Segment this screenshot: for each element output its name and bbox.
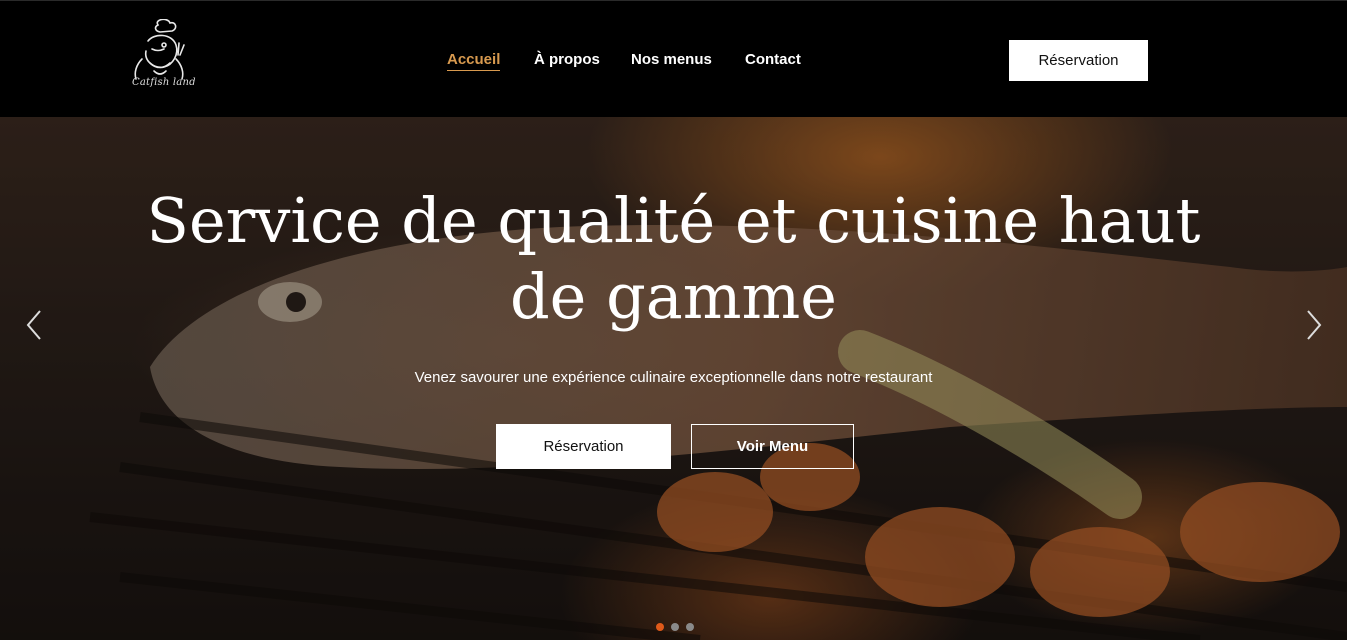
- chevron-left-icon: [26, 310, 41, 340]
- reservation-button[interactable]: Réservation: [1009, 40, 1148, 81]
- logo-text: Catfish land: [132, 77, 196, 88]
- slider-next-button[interactable]: [1302, 307, 1326, 343]
- nav-item-nos-menus[interactable]: Nos menus: [631, 51, 712, 68]
- hero-slider: Service de qualité et cuisine haut de ga…: [0, 117, 1347, 640]
- hero-subtitle: Venez savourer une expérience culinaire …: [414, 369, 933, 386]
- nav-item-a-propos[interactable]: À propos: [534, 51, 600, 68]
- slider-dots: [656, 623, 694, 631]
- nav-item-contact[interactable]: Contact: [745, 51, 801, 68]
- slider-dot-3[interactable]: [686, 623, 694, 631]
- nav-item-accueil[interactable]: Accueil: [447, 51, 501, 71]
- hero-reservation-button[interactable]: Réservation: [496, 424, 671, 469]
- hero-title: Service de qualité et cuisine haut de ga…: [140, 183, 1207, 335]
- site-header: Catfish land Accueil À propos Nos menus …: [0, 0, 1347, 117]
- hero-title-line-2: de gamme: [509, 260, 837, 333]
- hero-title-line-1: Service de qualité et cuisine haut: [146, 184, 1201, 257]
- chevron-right-icon: [1307, 310, 1322, 340]
- view-menu-button[interactable]: Voir Menu: [691, 424, 854, 469]
- slider-prev-button[interactable]: [22, 307, 46, 343]
- slider-dot-2[interactable]: [671, 623, 679, 631]
- slider-dot-1[interactable]: [656, 623, 664, 631]
